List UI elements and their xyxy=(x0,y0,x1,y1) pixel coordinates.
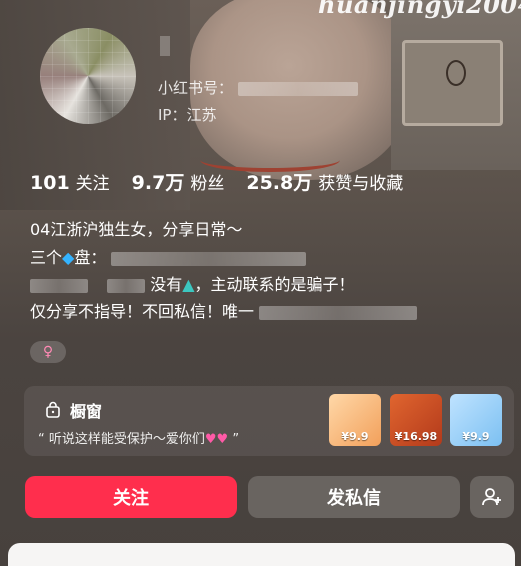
shopping-bag-icon xyxy=(46,401,60,418)
stat-followers[interactable]: 9.7万 粉丝 xyxy=(132,168,225,195)
bio-blurred-text xyxy=(111,251,307,266)
diamond-icon: ◆ xyxy=(62,248,75,267)
gender-tag: ♀ xyxy=(30,341,66,363)
stat-likes[interactable]: 25.8万 获赞与收藏 xyxy=(246,168,403,195)
bio-line-2-prefix: 三个 xyxy=(30,248,63,267)
add-user-icon xyxy=(482,488,501,506)
product-price: ¥9.9 xyxy=(462,430,490,443)
stat-followers-label: 粉丝 xyxy=(190,174,225,194)
xhs-id[interactable]: 小红书号： xyxy=(158,77,358,98)
bio-blurred-text xyxy=(107,278,146,293)
product-price: ¥16.98 xyxy=(394,430,438,443)
showcase-product-3[interactable]: ¥9.9 xyxy=(450,394,502,446)
showcase-product-2[interactable]: ¥16.98 xyxy=(390,394,442,446)
stat-following-label: 关注 xyxy=(75,174,110,194)
stat-following-count: 101 xyxy=(30,172,70,194)
message-button[interactable]: 发私信 xyxy=(248,476,460,518)
stat-followers-count: 9.7万 xyxy=(131,172,185,194)
bio-line-1: 04江浙沪独生女，分享日常～ xyxy=(30,220,243,239)
username-blurred xyxy=(160,36,170,56)
stat-likes-count: 25.8万 xyxy=(246,172,313,194)
showcase-quote-end: ” xyxy=(228,432,240,447)
photo-watermark: huanjingyi2004 xyxy=(318,0,521,19)
bio-line-2-suffix: 盘： xyxy=(74,248,107,267)
follow-button[interactable]: 关注 xyxy=(25,476,237,518)
bio-blurred-text xyxy=(259,305,418,320)
bio-line-4: 仅分享不指导！不回私信！唯一 xyxy=(30,298,418,322)
xhs-id-label: 小红书号： xyxy=(158,79,234,97)
xhs-id-blurred xyxy=(237,81,358,96)
ip-location: IP：江苏 xyxy=(158,106,217,124)
stat-following[interactable]: 101 关注 xyxy=(30,169,110,194)
content-tab-panel xyxy=(8,543,515,566)
avatar[interactable] xyxy=(40,28,136,124)
showcase-title-label: 橱窗 xyxy=(70,402,103,421)
showcase-quote-text: “ 听说这样能受保护～爱你们 xyxy=(38,432,205,447)
bio-line-3-suffix: ，主动联系的是骗子！ xyxy=(194,275,355,294)
background-necklace xyxy=(446,60,466,86)
dress-icon: ▲ xyxy=(182,275,195,294)
bio-line-4-text: 仅分享不指导！不回私信！唯一 xyxy=(30,302,255,321)
showcase-product-1[interactable]: ¥9.9 xyxy=(329,394,381,446)
showcase-title: 橱窗 xyxy=(44,398,102,422)
female-icon: ♀ xyxy=(42,344,54,360)
showcase-quote: “ 听说这样能受保护～爱你们♥♥ ” xyxy=(38,428,239,447)
add-user-button[interactable] xyxy=(470,476,514,518)
bio-line-3: 没有▲，主动联系的是骗子！ xyxy=(30,271,355,295)
profile-page: huanjingyi2004 小红书号： IP：江苏 101 关注 9.7万 粉… xyxy=(0,0,521,566)
hearts-icon: ♥♥ xyxy=(204,432,229,447)
bio-line-2: 三个◆盘： xyxy=(30,244,307,268)
product-price: ¥9.9 xyxy=(341,430,369,443)
bio-blurred-text xyxy=(30,278,88,293)
stats-row: 101 关注 9.7万 粉丝 25.8万 获赞与收藏 xyxy=(30,168,425,195)
bio-line-3-text: 没有 xyxy=(150,275,183,294)
stat-likes-label: 获赞与收藏 xyxy=(318,174,404,194)
